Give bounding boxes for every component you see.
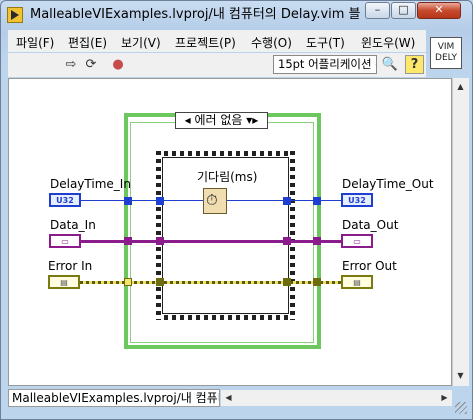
seq-tunnel-error-out[interactable] — [283, 278, 291, 286]
menu-operate[interactable]: 수행(O) — [251, 34, 292, 51]
error-in-terminal[interactable]: ▤ — [48, 275, 80, 289]
case-tunnel-delay-in[interactable] — [124, 197, 132, 205]
error-out-label: Error Out — [342, 259, 397, 273]
data-in-label: Data_In — [50, 218, 96, 232]
labview-app-icon[interactable] — [7, 7, 23, 23]
error-out-terminal[interactable]: ▤ — [341, 275, 373, 289]
scroll-up-icon[interactable]: ▲ — [453, 79, 468, 94]
sequence-frame-bottom — [156, 315, 295, 320]
menu-project[interactable]: 프로젝트(P) — [175, 34, 236, 51]
case-tunnel-data-in[interactable] — [124, 237, 132, 245]
vi-icon-line1: VIM — [437, 42, 455, 52]
vi-icon[interactable]: VIM DELY — [430, 37, 462, 69]
abort-icon[interactable]: ● — [109, 56, 127, 74]
maximize-button[interactable]: □ — [391, 2, 416, 19]
menu-window[interactable]: 윈도우(W) — [361, 34, 415, 51]
run-arrow-icon[interactable]: ⇨ — [62, 56, 80, 74]
wait-ms-icon[interactable] — [203, 188, 227, 214]
data-out-terminal[interactable]: ▭ — [341, 234, 373, 248]
sequence-frame-left — [156, 151, 161, 320]
scroll-right-icon[interactable]: ▶ — [437, 390, 452, 405]
error-wire[interactable] — [80, 281, 341, 284]
delaytime-out-terminal[interactable]: U32 — [341, 193, 373, 207]
menu-tools[interactable]: 도구(T) — [306, 34, 345, 51]
delaytime-in-terminal[interactable]: U32 — [49, 193, 81, 207]
delaytime-in-label: DelayTime_In — [50, 177, 131, 191]
data-wire[interactable] — [81, 240, 341, 243]
close-button[interactable]: ✕ — [417, 2, 461, 19]
vi-icon-line2: DELY — [435, 53, 457, 63]
delaytime-out-label: DelayTime_Out — [342, 177, 434, 191]
case-selector[interactable]: ◂ 에러 없음 ▾▸ — [175, 112, 268, 129]
sequence-frame-right — [290, 151, 295, 320]
seq-tunnel-delay-out[interactable] — [283, 197, 291, 205]
horizontal-scrollbar[interactable]: ◀ ▶ — [221, 390, 452, 406]
case-tunnel-data-out[interactable] — [313, 237, 321, 245]
seq-tunnel-error-in[interactable] — [156, 278, 164, 286]
sequence-frame-top — [156, 151, 295, 156]
run-continuously-icon[interactable]: ⟳ — [82, 56, 100, 74]
window-title: MalleableVIExamples.lvproj/내 컴퓨터의 Delay.… — [30, 7, 360, 22]
help-icon[interactable]: ? — [405, 55, 424, 74]
status-path: MalleableVIExamples.lvproj/내 컴퓨터 — [8, 389, 220, 407]
wait-node-label: 기다림(ms) — [197, 170, 258, 184]
seq-tunnel-delay-in[interactable] — [156, 197, 164, 205]
menu-bar: 파일(F) 편집(E) 보기(V) 프로젝트(P) 수행(O) 도구(T) 윈도… — [8, 30, 426, 52]
scroll-down-icon[interactable]: ▼ — [453, 368, 468, 383]
font-dropdown[interactable]: 15pt 어플리케이션 폰트 — [273, 55, 377, 74]
delaytime-wire-in[interactable] — [81, 200, 203, 201]
menu-view[interactable]: 보기(V) — [121, 34, 161, 51]
data-in-terminal[interactable]: ▭ — [49, 234, 81, 248]
minimize-button[interactable]: – — [365, 2, 390, 19]
case-selector-terminal[interactable] — [124, 278, 132, 286]
error-in-label: Error In — [48, 259, 93, 273]
case-tunnel-delay-out[interactable] — [313, 197, 321, 205]
seq-tunnel-data-in[interactable] — [156, 237, 164, 245]
vertical-scrollbar[interactable]: ▲ ▼ — [452, 78, 469, 386]
search-icon[interactable]: 🔍 — [380, 55, 400, 74]
scroll-left-icon[interactable]: ◀ — [221, 390, 236, 405]
seq-tunnel-data-out[interactable] — [283, 237, 291, 245]
data-out-label: Data_Out — [342, 218, 399, 232]
case-tunnel-error-out[interactable] — [313, 278, 321, 286]
resize-grip-icon[interactable] — [455, 402, 467, 414]
menu-file[interactable]: 파일(F) — [16, 34, 54, 51]
menu-edit[interactable]: 편집(E) — [68, 34, 107, 51]
